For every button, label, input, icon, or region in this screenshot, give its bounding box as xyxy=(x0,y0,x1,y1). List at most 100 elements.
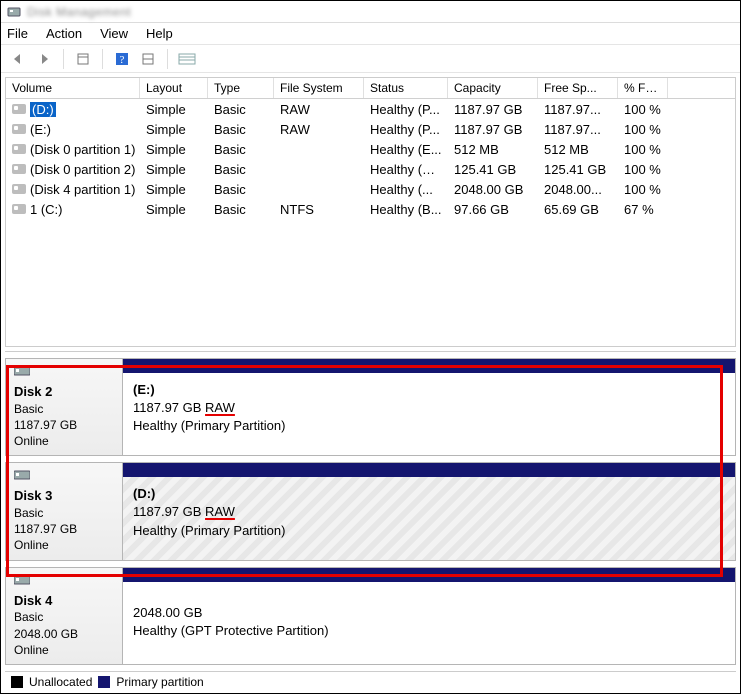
disk-name: Disk 2 xyxy=(14,383,114,401)
cell-filesystem: RAW xyxy=(274,122,364,137)
cell-type: Basic xyxy=(208,162,274,177)
menu-file[interactable]: File xyxy=(7,26,28,41)
disk-size: 2048.00 GB xyxy=(14,626,114,642)
volume-list-header[interactable]: Volume Layout Type File System Status Ca… xyxy=(6,78,735,99)
disk-info[interactable]: Disk 4Basic2048.00 GBOnline xyxy=(5,567,123,665)
col-filesystem[interactable]: File System xyxy=(274,78,364,98)
menubar: File Action View Help xyxy=(1,23,740,45)
cell-layout: Simple xyxy=(140,142,208,157)
help-button[interactable]: ? xyxy=(111,48,133,70)
col-type[interactable]: Type xyxy=(208,78,274,98)
disk-icon xyxy=(14,365,114,381)
cell-freespace: 125.41 GB xyxy=(538,162,618,177)
partition-body[interactable]: 2048.00 GBHealthy (GPT Protective Partit… xyxy=(123,582,735,664)
volume-row[interactable]: (D:)SimpleBasicRAWHealthy (P...1187.97 G… xyxy=(6,99,735,119)
disk-row[interactable]: Disk 2Basic1187.97 GBOnline(E:)1187.97 G… xyxy=(5,358,736,456)
toolbar-separator xyxy=(102,49,103,69)
disk-row[interactable]: Disk 3Basic1187.97 GBOnline(D:)1187.97 G… xyxy=(5,462,736,560)
cell-filesystem: RAW xyxy=(274,102,364,117)
cell-type: Basic xyxy=(208,102,274,117)
col-freespace[interactable]: Free Sp... xyxy=(538,78,618,98)
volume-list[interactable]: Volume Layout Type File System Status Ca… xyxy=(5,77,736,347)
volume-row[interactable]: (Disk 0 partition 1) SimpleBasic Healthy (… xyxy=(6,139,735,159)
cell-freespace: 65.69 GB xyxy=(538,202,618,217)
menu-action[interactable]: Action xyxy=(46,26,82,41)
cell-freespace: 512 MB xyxy=(538,142,618,157)
detail-view-button[interactable] xyxy=(176,48,198,70)
drive-icon xyxy=(12,184,26,194)
legend: Unallocated Primary partition xyxy=(5,671,736,691)
partition-status: Healthy (Primary Partition) xyxy=(133,417,725,435)
cell-status: Healthy (P... xyxy=(364,122,448,137)
partition-header-bar xyxy=(123,463,735,477)
disk-state: Online xyxy=(14,433,114,449)
menu-view[interactable]: View xyxy=(100,26,128,41)
partition-body[interactable]: (D:)1187.97 GB RAWHealthy (Primary Parti… xyxy=(123,477,735,559)
partition-size: 2048.00 GB xyxy=(133,604,725,622)
cell-pctfree: 100 % xyxy=(618,102,668,117)
col-layout[interactable]: Layout xyxy=(140,78,208,98)
disk-partition[interactable]: (D:)1187.97 GB RAWHealthy (Primary Parti… xyxy=(123,462,736,560)
partition-body[interactable]: (E:)1187.97 GB RAWHealthy (Primary Parti… xyxy=(123,373,735,455)
cell-freespace: 2048.00... xyxy=(538,182,618,197)
col-capacity[interactable]: Capacity xyxy=(448,78,538,98)
cell-status: Healthy (... xyxy=(364,182,448,197)
disk-info[interactable]: Disk 2Basic1187.97 GBOnline xyxy=(5,358,123,456)
volume-name: (D:) xyxy=(30,102,56,117)
disk-type: Basic xyxy=(14,609,114,625)
cell-status: Healthy (R... xyxy=(364,162,448,177)
cell-capacity: 1187.97 GB xyxy=(448,102,538,117)
cell-pctfree: 100 % xyxy=(618,182,668,197)
disk-type: Basic xyxy=(14,401,114,417)
disk-type: Basic xyxy=(14,505,114,521)
forward-button[interactable] xyxy=(33,48,55,70)
legend-swatch-unallocated xyxy=(11,676,23,688)
cell-layout: Simple xyxy=(140,182,208,197)
partition-header-bar xyxy=(123,359,735,373)
disk-state: Online xyxy=(14,642,114,658)
cell-filesystem: NTFS xyxy=(274,202,364,217)
volume-row[interactable]: (Disk 0 partition 2)SimpleBasicHealthy (… xyxy=(6,159,735,179)
cell-type: Basic xyxy=(208,202,274,217)
disk-size: 1187.97 GB xyxy=(14,521,114,537)
disk-row[interactable]: Disk 4Basic2048.00 GBOnline2048.00 GBHea… xyxy=(5,567,736,665)
properties-button[interactable] xyxy=(72,48,94,70)
back-button[interactable] xyxy=(7,48,29,70)
cell-type: Basic xyxy=(208,142,274,157)
cell-type: Basic xyxy=(208,122,274,137)
partition-header-bar xyxy=(123,568,735,582)
disk-icon xyxy=(14,574,114,590)
menu-help[interactable]: Help xyxy=(146,26,173,41)
cell-pctfree: 67 % xyxy=(618,202,668,217)
cell-type: Basic xyxy=(208,182,274,197)
cell-capacity: 97.66 GB xyxy=(448,202,538,217)
cell-layout: Simple xyxy=(140,102,208,117)
volume-name: (Disk 0 partition 1) xyxy=(30,142,135,157)
toolbar-separator xyxy=(63,49,64,69)
disk-partition[interactable]: (E:)1187.97 GB RAWHealthy (Primary Parti… xyxy=(123,358,736,456)
col-pctfree[interactable]: % Free xyxy=(618,78,668,98)
cell-pctfree: 100 % xyxy=(618,142,668,157)
volume-name: (Disk 0 partition 2) xyxy=(30,162,135,177)
col-volume[interactable]: Volume xyxy=(6,78,140,98)
cell-status: Healthy (E... xyxy=(364,142,448,157)
volume-row[interactable]: 1 (C:)SimpleBasicNTFSHealthy (B...97.66 … xyxy=(6,199,735,219)
partition-status: Healthy (Primary Partition) xyxy=(133,522,725,540)
legend-label-primary: Primary partition xyxy=(116,675,203,689)
cell-status: Healthy (B... xyxy=(364,202,448,217)
disk-name: Disk 4 xyxy=(14,592,114,610)
list-view-button[interactable] xyxy=(137,48,159,70)
disk-partition[interactable]: 2048.00 GBHealthy (GPT Protective Partit… xyxy=(123,567,736,665)
volume-row[interactable]: (Disk 4 partition 1)SimpleBasicHealthy (… xyxy=(6,179,735,199)
disk-info[interactable]: Disk 3Basic1187.97 GBOnline xyxy=(5,462,123,560)
disk-size: 1187.97 GB xyxy=(14,417,114,433)
volume-row[interactable]: (E:)SimpleBasicRAWHealthy (P...1187.97 G… xyxy=(6,119,735,139)
disk-name: Disk 3 xyxy=(14,487,114,505)
cell-freespace: 1187.97... xyxy=(538,122,618,137)
volume-name: 1 (C:) xyxy=(30,202,63,217)
col-status[interactable]: Status xyxy=(364,78,448,98)
cell-capacity: 1187.97 GB xyxy=(448,122,538,137)
raw-flag: RAW xyxy=(205,504,235,519)
partition-size: 1187.97 GB RAW xyxy=(133,503,725,521)
titlebar: Disk Management xyxy=(1,1,740,23)
